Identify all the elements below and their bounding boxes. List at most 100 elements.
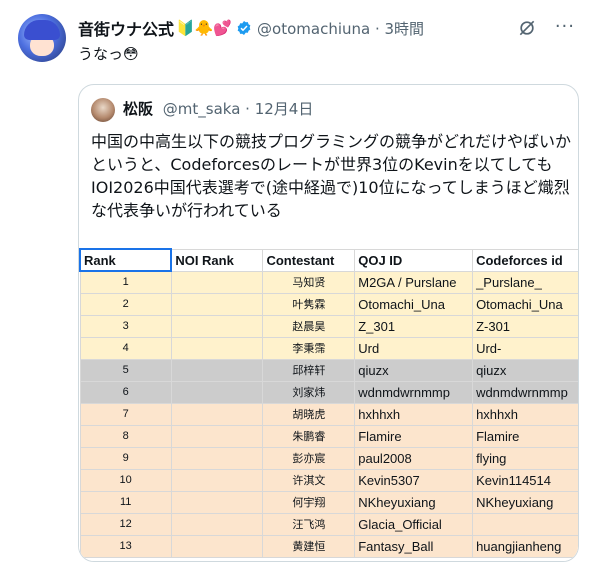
contestant-cell: 黄建恒 xyxy=(262,534,356,558)
qoj-id-cell: Kevin5307 xyxy=(354,468,474,492)
codeforces-id-cell: Otomachi_Una xyxy=(472,292,578,316)
contestant-cell: 朱鹏睿 xyxy=(262,424,356,448)
codeforces-id-cell: wdnmdwrnmmp xyxy=(472,380,578,404)
contestant-cell: 叶隽霖 xyxy=(262,292,356,316)
header-noi-rank: NOI Rank xyxy=(170,248,264,272)
codeforces-id-cell xyxy=(472,512,578,536)
quoted-handle-time: @mt_saka · 12月4日 xyxy=(162,100,314,118)
header-codeforces-id: Codeforces id xyxy=(472,248,578,272)
qoj-id-cell: paul2008 xyxy=(354,446,474,470)
table-row: 8 朱鹏睿 Flamire Flamire xyxy=(79,424,578,448)
rank-cell: 10 xyxy=(79,468,172,492)
author-handle-time[interactable]: @otomachiuna · 3時間 xyxy=(257,18,424,39)
qoj-id-cell: qiuzx xyxy=(354,358,474,382)
author-name[interactable]: 音街ウナ公式 xyxy=(78,16,174,40)
noi-rank-cell xyxy=(170,314,264,338)
qoj-id-cell: Glacia_Official xyxy=(354,512,474,536)
noi-rank-cell xyxy=(170,358,264,382)
contestant-cell: 胡晓虎 xyxy=(262,402,356,426)
rank-cell: 2 xyxy=(79,292,172,316)
contestant-cell: 何宇翔 xyxy=(262,490,356,514)
contestant-cell: 邱梓轩 xyxy=(262,358,356,382)
qoj-id-cell: NKheyuxiang xyxy=(354,490,474,514)
qoj-id-cell: Fantasy_Ball xyxy=(354,534,474,558)
table-header-row: Rank NOI Rank Contestant QOJ ID Codeforc… xyxy=(79,248,578,272)
rank-cell: 3 xyxy=(79,314,172,338)
noi-rank-cell xyxy=(170,380,264,404)
tweet-header: 音街ウナ公式 🔰🐥💕 @otomachiuna · 3時間 ··· xyxy=(78,16,575,40)
tweet-text: うなっ😳 xyxy=(78,45,139,63)
contestant-cell: 汪飞鸿 xyxy=(262,512,356,536)
table-row: 6 刘家炜 wdnmdwrnmmp wdnmdwrnmmp xyxy=(79,380,578,404)
spreadsheet-image: Rank NOI Rank Contestant QOJ ID Codeforc… xyxy=(79,248,578,561)
rank-cell: 5 xyxy=(79,358,172,382)
contestant-cell: 刘家炜 xyxy=(262,380,356,404)
table-row: 4 李秉霈 Urd Urd- xyxy=(79,336,578,360)
noi-rank-cell xyxy=(170,336,264,360)
author-avatar[interactable] xyxy=(18,14,66,62)
table-row: 7 胡晓虎 hxhhxh hxhhxh xyxy=(79,402,578,426)
codeforces-id-cell: Z-301 xyxy=(472,314,578,338)
author-emojis: 🔰🐥💕 xyxy=(176,19,233,37)
noi-rank-cell xyxy=(170,292,264,316)
table-row: 9 彭亦宸 paul2008 flying xyxy=(79,446,578,470)
contestant-cell: 许淇文 xyxy=(262,468,356,492)
quoted-author-avatar xyxy=(91,98,115,122)
noi-rank-cell xyxy=(170,490,264,514)
codeforces-id-cell: flying xyxy=(472,446,578,470)
noi-rank-cell xyxy=(170,424,264,448)
codeforces-id-cell: NKheyuxiang xyxy=(472,490,578,514)
table-row: 10 许淇文 Kevin5307 Kevin114514 xyxy=(79,468,578,492)
codeforces-id-cell: Kevin114514 xyxy=(472,468,578,492)
rank-cell: 11 xyxy=(79,490,172,514)
noi-rank-cell xyxy=(170,446,264,470)
quoted-tweet[interactable]: 松阪 @mt_saka · 12月4日 中国の中高生以下の競技プログラミングの競… xyxy=(78,84,579,562)
codeforces-id-cell: _Purslane_ xyxy=(472,270,578,294)
rank-cell: 4 xyxy=(79,336,172,360)
table-row: 2 叶隽霖 Otomachi_Una Otomachi_Una xyxy=(79,292,578,316)
qoj-id-cell: Urd xyxy=(354,336,474,360)
qoj-id-cell: Otomachi_Una xyxy=(354,292,474,316)
table-row: 12 汪飞鸿 Glacia_Official xyxy=(79,512,578,536)
table-row: 13 黄建恒 Fantasy_Ball huangjianheng xyxy=(79,534,578,558)
contestant-cell: 李秉霈 xyxy=(262,336,356,360)
qoj-id-cell: hxhhxh xyxy=(354,402,474,426)
ranking-table: Rank NOI Rank Contestant QOJ ID Codeforc… xyxy=(79,248,578,558)
noi-rank-cell xyxy=(170,534,264,558)
rank-cell: 12 xyxy=(79,512,172,536)
rank-cell: 13 xyxy=(79,534,172,558)
header-qoj-id: QOJ ID xyxy=(354,248,474,272)
qoj-id-cell: wdnmdwrnmmp xyxy=(354,380,474,404)
codeforces-id-cell: Urd- xyxy=(472,336,578,360)
quoted-header: 松阪 @mt_saka · 12月4日 xyxy=(123,98,313,119)
rank-cell: 9 xyxy=(79,446,172,470)
rank-cell: 1 xyxy=(79,270,172,294)
qoj-id-cell: M2GA / Purslane xyxy=(354,270,474,294)
noi-rank-cell xyxy=(170,512,264,536)
rank-cell: 8 xyxy=(79,424,172,448)
noi-rank-cell xyxy=(170,270,264,294)
noi-rank-cell xyxy=(170,402,264,426)
grok-icon[interactable] xyxy=(517,18,537,38)
qoj-id-cell: Flamire xyxy=(354,424,474,448)
more-icon[interactable]: ··· xyxy=(555,16,575,37)
table-row: 11 何宇翔 NKheyuxiang NKheyuxiang xyxy=(79,490,578,514)
table-row: 1 马知贤 M2GA / Purslane _Purslane_ xyxy=(79,270,578,294)
codeforces-id-cell: hxhhxh xyxy=(472,402,578,426)
codeforces-id-cell: Flamire xyxy=(472,424,578,448)
contestant-cell: 马知贤 xyxy=(262,270,356,294)
noi-rank-cell xyxy=(170,468,264,492)
codeforces-id-cell: qiuzx xyxy=(472,358,578,382)
rank-cell: 6 xyxy=(79,380,172,404)
table-row: 3 赵晨昊 Z_301 Z-301 xyxy=(79,314,578,338)
table-row: 5 邱梓轩 qiuzx qiuzx xyxy=(79,358,578,382)
quoted-author-name: 松阪 xyxy=(123,100,154,118)
codeforces-id-cell: huangjianheng xyxy=(472,534,578,558)
header-contestant: Contestant xyxy=(262,248,356,272)
header-rank: Rank xyxy=(79,248,173,272)
quoted-text: 中国の中高生以下の競技プログラミングの競争がどれだけやばいかというと、Codef… xyxy=(91,132,572,220)
qoj-id-cell: Z_301 xyxy=(354,314,474,338)
rank-cell: 7 xyxy=(79,402,172,426)
contestant-cell: 赵晨昊 xyxy=(262,314,356,338)
contestant-cell: 彭亦宸 xyxy=(262,446,356,470)
